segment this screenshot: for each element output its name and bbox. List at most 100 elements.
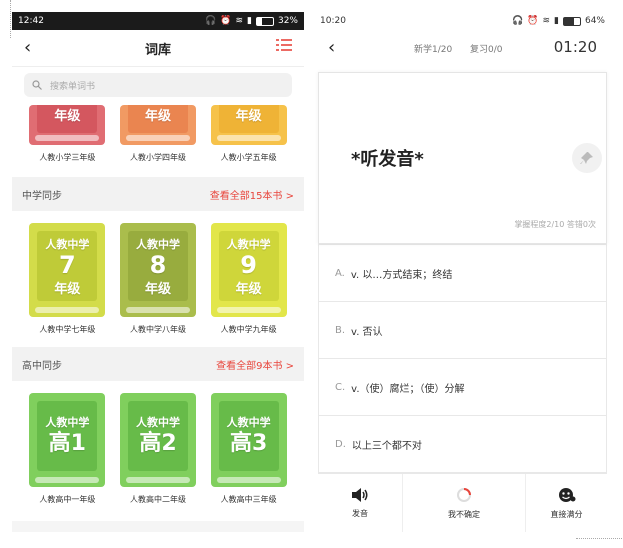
book-cover: 年级 (210, 105, 287, 145)
book-label: 人教高中三年级 (220, 495, 277, 504)
book-cover-face: 人教中学 高1 (37, 401, 98, 471)
book-base (216, 135, 281, 141)
book-cover-face: 人教中学 8 年级 (127, 231, 188, 301)
section-title: 中学同步 (22, 190, 62, 202)
book-label: 人教中学九年级 (220, 325, 277, 334)
book-base (216, 307, 281, 313)
view-all-middle-link[interactable]: 查看全部15本书 > (210, 187, 294, 202)
option-text: v. 否认 (351, 326, 383, 338)
book-publisher: 人教中学 (135, 416, 180, 429)
status-bar: 10:20 🎧 ⏰ ≋ ▮ 64% (314, 12, 611, 30)
battery-percent: 64% (584, 16, 605, 26)
book-label: 人教小学五年级 (220, 153, 277, 162)
book-high-3[interactable]: 人教中学 高3 人教高中三年级 (210, 393, 287, 521)
pronounce-button[interactable]: 发音 (318, 474, 403, 532)
book-label: 人教中学七年级 (39, 325, 96, 334)
book-publisher: 人教中学 (45, 237, 90, 251)
book-high-2[interactable]: 人教中学 高2 人教高中二年级 (119, 393, 196, 521)
book-cover-grade: 年级 (37, 105, 98, 133)
word-library-screen: 12:42 🎧 ⏰ ≋ ▮ 32% ‹ 词库 搜索单词书 年级 人教小学三年级 … (12, 12, 304, 532)
book-base (35, 477, 100, 483)
option-a[interactable]: A. v. 以…方式结束；终结 (318, 244, 607, 302)
option-letter: A. (335, 267, 345, 279)
unsure-button[interactable]: 我不确定 (403, 474, 526, 532)
status-bar: 12:42 🎧 ⏰ ≋ ▮ 32% (12, 12, 304, 30)
pin-button[interactable] (572, 143, 602, 173)
wifi-icon: ≋ (542, 16, 551, 26)
book-cover: 人教中学 7 年级 (29, 223, 106, 317)
search-placeholder: 搜索单词书 (50, 81, 96, 92)
loading-icon (457, 487, 471, 502)
alarm-icon: ⏰ (527, 16, 539, 26)
question-card: *听发音* 掌握程度2/10 答错0次 (318, 72, 607, 244)
signal-icon: ▮ (247, 16, 252, 26)
primary-book-row: 年级 人教小学三年级 年级 人教小学四年级 年级 人教小学五年级 (12, 105, 304, 177)
book-publisher: 人教中学 (135, 237, 180, 251)
book-grade: 年级 (54, 281, 81, 297)
page-title: 词库 (144, 42, 171, 58)
book-high-1[interactable]: 人教中学 高1 人教高中一年级 (29, 393, 106, 521)
quiz-top-bar: ‹ 新学1/20 复习0/0 01:20 (314, 30, 611, 66)
book-publisher: 人教中学 (226, 416, 271, 429)
book-publisher: 人教中学 (45, 416, 90, 429)
status-time: 10:20 (320, 16, 346, 26)
high-school-header: 高中同步 查看全部9本书 > (12, 347, 304, 381)
timer: 01:20 (553, 38, 597, 56)
book-base (125, 477, 190, 483)
book-number: 高2 (139, 431, 177, 456)
book-cover-face: 人教中学 高3 (218, 401, 279, 471)
book-primary-4[interactable]: 年级 人教小学四年级 (119, 105, 196, 177)
full-score-label: 直接满分 (550, 509, 583, 519)
back-button[interactable]: ‹ (328, 37, 335, 58)
book-cover: 年级 (29, 105, 106, 145)
book-cover: 人教中学 高3 (210, 393, 287, 487)
book-grade: 年级 (235, 281, 262, 297)
book-cover-face: 人教中学 高2 (127, 401, 188, 471)
book-label: 人教高中二年级 (129, 495, 186, 504)
battery-icon (255, 16, 274, 26)
book-number: 7 (58, 250, 76, 279)
option-c[interactable]: C. v.（使）腐烂；（使）分解 (318, 359, 607, 416)
book-middle-7[interactable]: 人教中学 7 年级 人教中学七年级 (29, 223, 106, 347)
signal-icon: ▮ (554, 16, 559, 26)
back-button[interactable]: ‹ (24, 37, 31, 58)
search-area: 搜索单词书 (12, 67, 304, 105)
unsure-label: 我不确定 (448, 509, 480, 519)
book-base (35, 135, 100, 141)
review-progress: 复习0/0 (470, 45, 503, 55)
option-letter: B. (335, 324, 346, 336)
option-text: 以上三个都不对 (351, 440, 422, 452)
option-letter: C. (335, 381, 346, 393)
book-primary-3[interactable]: 年级 人教小学三年级 (29, 105, 106, 177)
option-b[interactable]: B. v. 否认 (318, 302, 607, 359)
battery-percent: 32% (277, 16, 298, 26)
quiz-screen: 10:20 🎧 ⏰ ≋ ▮ 64% ‹ 新学1/20 复习0/0 01:20 *… (314, 12, 611, 532)
book-cover-grade: 年级 (218, 105, 279, 133)
book-cover: 年级 (119, 105, 196, 145)
view-all-high-link[interactable]: 查看全部9本书 > (216, 357, 294, 372)
book-cover-face: 人教中学 9 年级 (218, 231, 279, 301)
book-number: 8 (149, 250, 167, 279)
option-d[interactable]: D. 以上三个都不对 (318, 416, 607, 473)
book-grade: 年级 (144, 281, 171, 297)
search-input[interactable]: 搜索单词书 (24, 73, 292, 97)
book-base (125, 135, 190, 141)
book-primary-5[interactable]: 年级 人教小学五年级 (210, 105, 287, 177)
book-middle-9[interactable]: 人教中学 9 年级 人教中学九年级 (210, 223, 287, 347)
mastery-text: 掌握程度2/10 答错0次 (514, 220, 596, 229)
book-cover: 人教中学 高1 (29, 393, 106, 487)
status-time: 12:42 (18, 16, 44, 26)
book-middle-8[interactable]: 人教中学 8 年级 人教中学八年级 (119, 223, 196, 347)
full-score-button[interactable]: 直接满分 (526, 474, 607, 532)
book-number: 9 (240, 250, 257, 279)
list-menu-icon[interactable] (276, 38, 292, 52)
book-label: 人教中学八年级 (129, 325, 186, 334)
headphone-icon: 🎧 (512, 16, 524, 26)
book-number: 高3 (229, 431, 268, 456)
high-book-row: 人教中学 高1 人教高中一年级 人教中学 高2 人教高中二年级 人教中学 高3 … (12, 381, 304, 521)
book-cover: 人教中学 9 年级 (210, 223, 287, 317)
pin-icon (580, 152, 593, 164)
question-word: *听发音* (351, 149, 424, 170)
option-text: v.（使）腐烂；（使）分解 (351, 383, 465, 395)
headphone-icon: 🎧 (205, 16, 217, 26)
